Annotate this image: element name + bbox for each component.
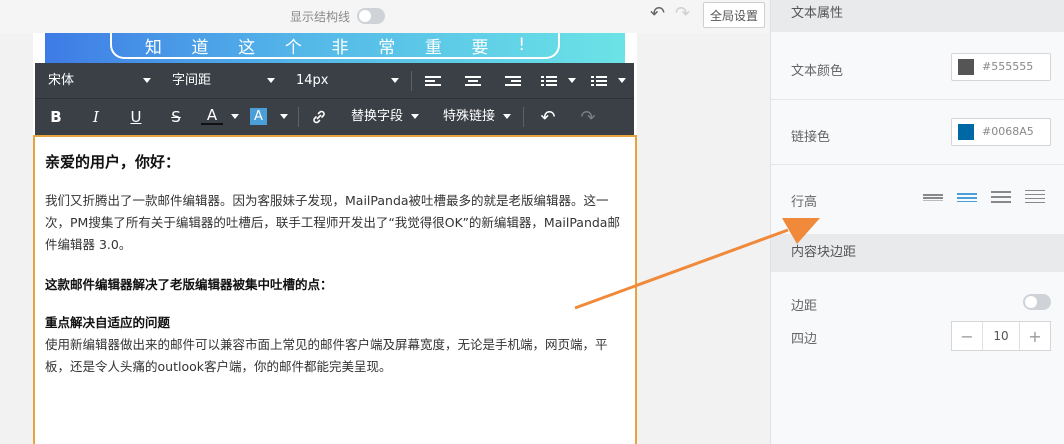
chevron-down-icon <box>267 78 275 83</box>
editor-canvas: 显示结构线 ↶ ↷ 全局设置 知 道 这 个 非 常 重 要! 亲爱的用户，你好： 我们又折腾… <box>0 0 770 444</box>
decrement-button[interactable]: − <box>952 322 982 350</box>
show-structure-label: 显示结构线 <box>290 10 351 24</box>
undo-icon[interactable]: ↶ <box>650 4 665 24</box>
toolbar-row-style: B I U S A A 替换字段 特殊链接 ↶ ↷ <box>35 99 634 135</box>
text-properties-header: 文本属性 <box>771 0 1064 32</box>
link-color-label: 链接色 <box>791 130 831 145</box>
global-settings-button[interactable]: 全局设置 <box>703 2 765 28</box>
toolbar-divider <box>411 71 412 91</box>
text-color-label: 文本颜色 <box>791 64 844 79</box>
italic-button[interactable]: I <box>85 107 107 127</box>
greeting-text: 亲爱的用户，你好： <box>45 153 181 171</box>
letter-spacing-select[interactable]: 字间距 <box>172 72 211 90</box>
align-left-icon[interactable] <box>425 76 441 87</box>
four-sides-stepper[interactable]: − 10 + <box>951 321 1051 351</box>
font-family-select[interactable]: 宋体 <box>48 72 74 90</box>
special-link-dropdown[interactable]: 特殊链接 <box>443 108 495 126</box>
chevron-down-icon <box>503 114 511 119</box>
toolbar-divider <box>523 107 524 127</box>
show-structure-toggle[interactable] <box>357 8 385 24</box>
font-size-select[interactable]: 14px <box>296 72 329 90</box>
redo-icon[interactable]: ↷ <box>577 107 599 128</box>
chevron-down-icon[interactable] <box>568 78 576 83</box>
banner-char: 非 <box>331 37 349 58</box>
rich-text-toolbar: 宋体 字间距 14px B I U S A A 替换字段 特殊链接 ↶ ↷ <box>35 63 634 135</box>
intro-paragraph: 我们又折腾出了一款邮件编辑器。因为客服妹子发现，MailPanda被吐槽最多的就… <box>45 193 620 252</box>
increment-button[interactable]: + <box>1020 322 1050 350</box>
line-height-extra-loose-icon[interactable] <box>1025 190 1045 204</box>
link-color-picker[interactable]: #0068A5 <box>951 118 1051 146</box>
link-color-value: #0068A5 <box>982 125 1034 138</box>
chevron-down-icon[interactable] <box>231 114 239 119</box>
font-color-button[interactable]: A <box>201 106 223 125</box>
align-right-icon[interactable] <box>505 76 521 87</box>
banner-char: 常 <box>378 37 396 58</box>
bold-button[interactable]: B <box>45 107 67 127</box>
toolbar-divider <box>298 107 299 127</box>
link-color-swatch <box>958 124 974 140</box>
banner-char: 知 <box>144 37 162 58</box>
padding-label: 边距 <box>791 299 818 314</box>
numbered-list-icon[interactable] <box>591 76 607 87</box>
padding-toggle[interactable] <box>1023 294 1051 310</box>
chevron-down-icon <box>411 114 419 119</box>
bg-color-button[interactable]: A <box>250 108 267 125</box>
properties-panel: 文本属性 文本颜色 #555555 链接色 #0068A5 行高 内容块边距 边… <box>770 0 1064 444</box>
redo-icon[interactable]: ↷ <box>675 4 690 24</box>
detail-paragraph: 使用新编辑器做出来的邮件可以兼容市面上常见的邮件客户端及屏幕宽度，无论是手机端，… <box>45 337 608 374</box>
line-height-compact-icon[interactable] <box>923 190 943 204</box>
divider <box>771 164 1064 165</box>
canvas-top-bar: 显示结构线 ↶ ↷ 全局设置 <box>0 0 770 33</box>
text-color-value: #555555 <box>982 60 1034 73</box>
banner-char: 个 <box>284 37 302 58</box>
align-center-icon[interactable] <box>465 76 481 87</box>
strikethrough-button[interactable]: S <box>165 107 187 127</box>
banner-char: 道 <box>191 37 209 58</box>
text-block[interactable]: 亲爱的用户，你好： 我们又折腾出了一款邮件编辑器。因为客服妹子发现，MailPa… <box>33 135 637 444</box>
undo-icon[interactable]: ↶ <box>537 107 559 128</box>
chevron-down-icon <box>391 78 399 83</box>
bold-summary-line: 这款邮件编辑器解决了老版编辑器被集中吐槽的点： <box>45 277 333 292</box>
block-padding-header: 内容块边距 <box>771 234 1064 272</box>
toolbar-row-format: 宋体 字间距 14px <box>35 63 634 99</box>
chevron-down-icon[interactable] <box>280 114 288 119</box>
banner-image[interactable]: 知 道 这 个 非 常 重 要! <box>45 33 625 63</box>
section-subtitle: 重点解决自适应的问题 <box>45 315 171 330</box>
banner-char: ! <box>518 35 526 55</box>
four-sides-label: 四边 <box>791 332 818 347</box>
underline-button[interactable]: U <box>125 107 147 127</box>
banner-char: 重 <box>424 37 442 58</box>
four-sides-value[interactable]: 10 <box>982 322 1020 350</box>
replace-field-dropdown[interactable]: 替换字段 <box>351 108 403 126</box>
bullet-list-icon[interactable] <box>541 76 557 87</box>
banner-char: 这 <box>238 37 256 58</box>
chevron-down-icon <box>143 78 151 83</box>
line-height-normal-icon[interactable] <box>957 190 977 204</box>
banner-pill: 知 道 这 个 非 常 重 要! <box>110 33 560 59</box>
divider <box>771 99 1064 100</box>
text-color-picker[interactable]: #555555 <box>951 53 1051 81</box>
text-color-swatch <box>958 59 974 75</box>
line-height-label: 行高 <box>791 195 818 210</box>
banner-char: 要 <box>471 37 489 58</box>
email-editor-page: 显示结构线 ↶ ↷ 全局设置 知 道 这 个 非 常 重 要! 亲爱的用户，你好： 我们又折腾… <box>0 0 1064 444</box>
link-icon[interactable] <box>308 107 330 127</box>
chevron-down-icon[interactable] <box>618 78 626 83</box>
line-height-loose-icon[interactable] <box>991 190 1011 204</box>
